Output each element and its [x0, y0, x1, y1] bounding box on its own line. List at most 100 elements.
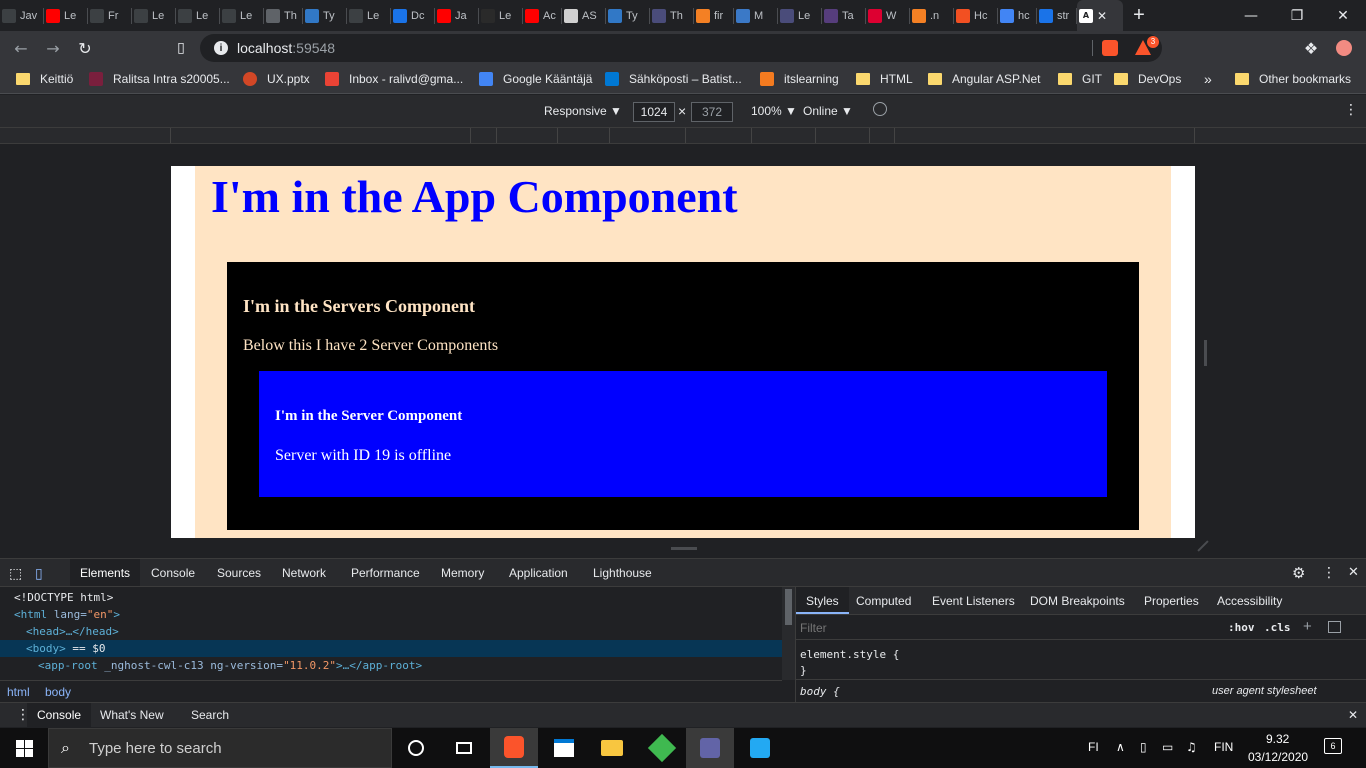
info-icon[interactable]: i: [214, 41, 228, 55]
more-options-icon[interactable]: ⋮: [1344, 102, 1358, 118]
browser-tab[interactable]: Jav: [0, 0, 44, 31]
tab-performance[interactable]: Performance: [341, 559, 430, 586]
browser-tab[interactable]: hc: [998, 0, 1037, 31]
microphone-icon[interactable]: ▯: [1140, 740, 1147, 754]
media-segment[interactable]: [870, 128, 895, 143]
new-rule-icon[interactable]: +: [1303, 618, 1312, 635]
hover-toggle[interactable]: :hov: [1228, 621, 1255, 634]
tab-computed[interactable]: Computed: [846, 587, 921, 614]
height-input[interactable]: 372: [691, 102, 733, 122]
bookmark-folder-devops[interactable]: DevOps: [1114, 65, 1181, 93]
tab-memory[interactable]: Memory: [431, 559, 494, 586]
browser-tab[interactable]: Fr: [88, 0, 132, 31]
media-segment[interactable]: [171, 128, 471, 143]
dom-doctype[interactable]: <!DOCTYPE html>: [0, 589, 782, 606]
close-window-button[interactable]: ✕: [1320, 0, 1366, 31]
battery-icon[interactable]: ▭: [1162, 740, 1173, 754]
browser-tab[interactable]: .n: [910, 0, 954, 31]
taskbar-store[interactable]: [540, 728, 588, 768]
media-segment[interactable]: [558, 128, 610, 143]
device-toggle-icon[interactable]: ▯: [30, 559, 48, 586]
browser-tab[interactable]: Th: [264, 0, 303, 31]
close-tab-icon[interactable]: ✕: [1097, 9, 1107, 23]
styles-filter-input[interactable]: [800, 619, 1200, 637]
browser-tab[interactable]: fir: [694, 0, 734, 31]
media-segment[interactable]: [895, 128, 1195, 143]
tab-accessibility[interactable]: Accessibility: [1207, 587, 1292, 614]
browser-tab[interactable]: Ty: [303, 0, 347, 31]
taskbar-git[interactable]: [638, 728, 686, 768]
browser-tab[interactable]: Le: [778, 0, 822, 31]
tab-console[interactable]: Console: [141, 559, 205, 586]
tray-chevron-icon[interactable]: ∧: [1116, 740, 1125, 754]
bookmark-translate[interactable]: Google Kääntäjä: [479, 65, 592, 93]
rotate-icon[interactable]: [873, 102, 887, 116]
drawer-tab-console[interactable]: Console: [27, 703, 92, 727]
tab-lighthouse[interactable]: Lighthouse: [583, 559, 662, 586]
browser-tab[interactable]: AS: [562, 0, 606, 31]
bookmarks-overflow-button[interactable]: »: [1204, 65, 1212, 93]
browser-tab[interactable]: Ac: [523, 0, 562, 31]
address-bar[interactable]: i localhost:59548 3: [200, 34, 1162, 62]
restore-button[interactable]: ❐: [1274, 0, 1320, 31]
bottom-resize-handle[interactable]: [671, 547, 697, 550]
profile-button[interactable]: [1333, 37, 1355, 59]
taskbar-vscode[interactable]: [736, 728, 784, 768]
media-segment[interactable]: [471, 128, 497, 143]
bookmark-ralitsa[interactable]: Ralitsa Intra s20005...: [89, 65, 230, 93]
browser-tab[interactable]: Ta: [822, 0, 866, 31]
browser-tab[interactable]: str: [1037, 0, 1077, 31]
bookmark-button[interactable]: ▯: [170, 37, 192, 59]
element-style-rule[interactable]: element.style {: [800, 648, 899, 661]
browser-tab[interactable]: Dc: [391, 0, 435, 31]
minimize-button[interactable]: —: [1228, 0, 1274, 31]
browser-tab[interactable]: Le: [479, 0, 523, 31]
device-mode-dropdown[interactable]: Responsive ▼: [544, 104, 622, 118]
browser-tab[interactable]: Hc: [954, 0, 998, 31]
dom-app-root[interactable]: <app-root _nghost-cwl-c13 ng-version="11…: [0, 657, 782, 674]
close-devtools-icon[interactable]: ✕: [1338, 559, 1366, 586]
browser-tab[interactable]: Le: [176, 0, 220, 31]
width-input[interactable]: 1024: [633, 102, 675, 122]
elements-scrollbar[interactable]: [782, 587, 795, 680]
browser-tab[interactable]: W: [866, 0, 910, 31]
close-drawer-icon[interactable]: ✕: [1338, 703, 1366, 727]
dom-head[interactable]: <head>…</head>: [0, 623, 782, 640]
breadcrumb-html[interactable]: html: [7, 685, 30, 699]
brave-shields-icon[interactable]: [1102, 40, 1118, 56]
extensions-button[interactable]: ❖: [1300, 37, 1322, 59]
media-segment[interactable]: [752, 128, 816, 143]
media-segment[interactable]: [497, 128, 558, 143]
media-segment[interactable]: [816, 128, 870, 143]
back-button[interactable]: ←: [10, 37, 32, 59]
settings-gear-icon[interactable]: ⚙: [1282, 559, 1315, 586]
active-tab[interactable]: A ✕: [1077, 0, 1123, 31]
dom-body-selected[interactable]: <body> == $0: [0, 640, 782, 657]
browser-tab[interactable]: Le: [347, 0, 391, 31]
taskbar-explorer[interactable]: [588, 728, 636, 768]
forward-button[interactable]: →: [42, 37, 64, 59]
browser-tab[interactable]: Le: [220, 0, 264, 31]
drawer-tab-search[interactable]: Search: [181, 703, 239, 727]
browser-tab[interactable]: Th: [650, 0, 694, 31]
tab-event-listeners[interactable]: Event Listeners: [922, 587, 1025, 614]
bookmark-outlook[interactable]: Sähköposti – Batist...: [605, 65, 742, 93]
network-dropdown[interactable]: Online ▼: [803, 104, 853, 118]
taskbar-brave[interactable]: [490, 728, 538, 768]
media-segment[interactable]: [0, 128, 171, 143]
reload-button[interactable]: ↻: [74, 37, 96, 59]
browser-tab[interactable]: Ty: [606, 0, 650, 31]
browser-tab[interactable]: M: [734, 0, 778, 31]
cortana-button[interactable]: [392, 728, 440, 768]
breadcrumb-body[interactable]: body: [45, 685, 71, 699]
media-segment[interactable]: [686, 128, 752, 143]
task-view-button[interactable]: [440, 728, 488, 768]
media-segment[interactable]: [610, 128, 686, 143]
tab-elements[interactable]: Elements: [70, 559, 141, 586]
tab-application[interactable]: Application: [499, 559, 578, 586]
notification-center[interactable]: 6: [1324, 738, 1342, 754]
browser-tab[interactable]: Ja: [435, 0, 479, 31]
clock-date[interactable]: 03/12/2020: [1248, 750, 1308, 764]
zoom-dropdown[interactable]: 100% ▼: [751, 104, 797, 118]
tab-styles[interactable]: Styles: [796, 587, 849, 614]
